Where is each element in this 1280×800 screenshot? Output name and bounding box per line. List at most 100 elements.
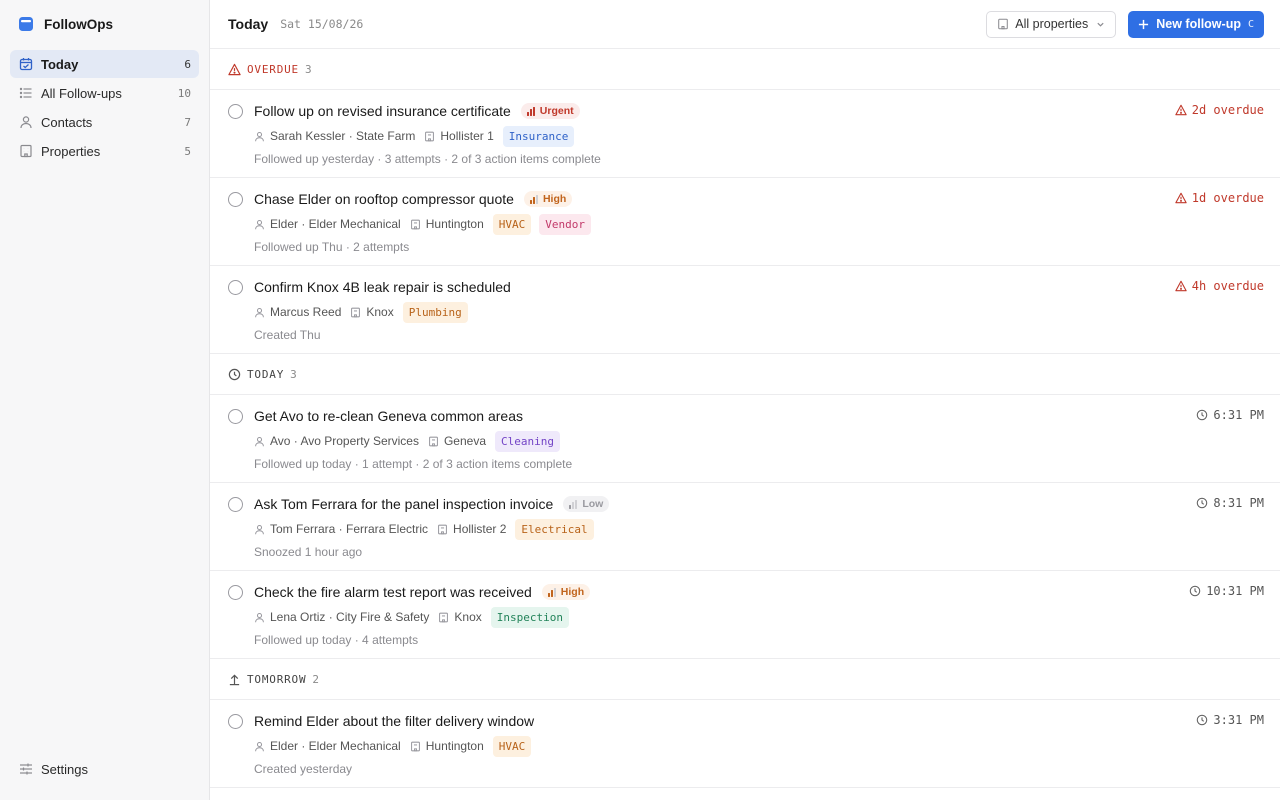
complete-checkbox[interactable] — [228, 409, 243, 424]
priority-badge: High — [523, 191, 573, 207]
due-indicator: 4h overdue — [1175, 279, 1264, 293]
sidebar-item-today[interactable]: Today 6 — [10, 50, 199, 78]
section-label: OVERDUE — [247, 62, 299, 76]
task-title[interactable]: Ask Tom Ferrara for the panel inspection… — [254, 496, 553, 512]
tag-badge: Cleaning — [495, 430, 560, 452]
sidebar-item-label: Settings — [41, 761, 88, 777]
task-title[interactable]: Remind Elder about the filter delivery w… — [254, 713, 534, 729]
due-indicator: 8:31 PM — [1196, 496, 1264, 510]
priority-badge: High — [541, 584, 591, 600]
priority-label: High — [542, 193, 567, 205]
task-property[interactable]: Huntington — [426, 739, 484, 753]
tag-badge: Plumbing — [402, 301, 468, 323]
priority-bars-icon — [526, 106, 536, 116]
clock-icon — [1196, 714, 1208, 726]
task-status: Snoozed 1 hour ago — [254, 545, 363, 559]
complete-checkbox[interactable] — [228, 104, 243, 119]
task-property[interactable]: Knox — [454, 610, 481, 624]
sidebar-item-count: 7 — [184, 115, 191, 129]
task-contact[interactable]: Marcus Reed — [270, 305, 341, 319]
task-title[interactable]: Confirm Knox 4B leak repair is scheduled — [254, 279, 511, 295]
brand: FollowOps — [0, 0, 209, 48]
person-icon — [254, 131, 265, 142]
section-label: TODAY — [247, 367, 285, 381]
due-text: 4h overdue — [1191, 279, 1264, 293]
building-icon — [438, 612, 449, 623]
task-contact[interactable]: Elder · Elder Mechanical — [270, 739, 401, 753]
follow-up-list: OVERDUE 3 Follow up on revised insurance c… — [210, 49, 1280, 800]
tag-badge: Electrical — [515, 518, 594, 540]
task-row[interactable]: Confirm Knox 4B leak repair is scheduled… — [210, 266, 1280, 354]
list-icon — [18, 86, 33, 101]
building-icon — [18, 144, 33, 159]
task-property[interactable]: Hollister 1 — [440, 129, 493, 143]
task-status: Created yesterday — [254, 762, 353, 776]
section-count: 3 — [290, 367, 297, 381]
task-title[interactable]: Follow up on revised insurance certifica… — [254, 103, 511, 119]
property-filter-select[interactable]: All properties — [986, 10, 1117, 38]
sidebar-item-contacts[interactable]: Contacts 7 — [10, 108, 199, 136]
sidebar-item-label: Properties — [41, 143, 101, 159]
main-panel: Today Sat 15/08/26 All properties New fo… — [210, 0, 1280, 800]
task-property[interactable]: Huntington — [426, 217, 484, 231]
task-contact[interactable]: Avo · Avo Property Services — [270, 434, 419, 448]
priority-label: Low — [582, 498, 604, 510]
complete-checkbox[interactable] — [228, 192, 243, 207]
page-date: Sat 15/08/26 — [280, 17, 364, 31]
chevron-down-icon — [1096, 20, 1105, 29]
section-count: 2 — [312, 672, 320, 686]
task-contact[interactable]: Sarah Kessler · State Farm — [270, 129, 415, 143]
sidebar: FollowOps Today 6 All Follow-ups 10 Cont… — [0, 0, 210, 800]
sidebar-item-label: Today — [41, 56, 79, 72]
task-property[interactable]: Hollister 2 — [453, 522, 506, 536]
task-property[interactable]: Knox — [366, 305, 393, 319]
task-title[interactable]: Check the fire alarm test report was rec… — [254, 584, 532, 600]
task-title[interactable]: Chase Elder on rooftop compressor quote — [254, 191, 514, 207]
complete-checkbox[interactable] — [228, 497, 243, 512]
sidebar-item-properties[interactable]: Properties 5 — [10, 137, 199, 165]
sidebar-item-count: 10 — [177, 86, 191, 100]
plus-icon — [1138, 19, 1149, 30]
person-icon — [254, 612, 265, 623]
task-row[interactable]: Ask Tom Ferrara for the panel inspection… — [210, 483, 1280, 571]
sidebar-item-label: Contacts — [41, 114, 93, 130]
task-row[interactable]: Remind Elder about the filter delivery w… — [210, 700, 1280, 788]
due-text: 2d overdue — [1191, 103, 1264, 117]
section-header-today: TODAY 3 — [210, 354, 1280, 395]
complete-checkbox[interactable] — [228, 714, 243, 729]
calendar-check-icon — [18, 57, 33, 72]
complete-checkbox[interactable] — [228, 280, 243, 295]
tag-badge: Insurance — [502, 125, 575, 147]
task-row[interactable]: Check the fire alarm test report was rec… — [210, 571, 1280, 659]
priority-bars-icon — [529, 194, 539, 204]
building-icon — [424, 131, 435, 142]
priority-badge: Urgent — [520, 103, 580, 119]
sidebar-item-count: 5 — [184, 144, 191, 158]
task-row[interactable]: Chase Elder on rooftop compressor quote H… — [210, 178, 1280, 266]
task-contact[interactable]: Lena Ortiz · City Fire & Safety — [270, 610, 429, 624]
new-follow-up-button[interactable]: New follow-up C — [1128, 10, 1264, 38]
priority-bars-icon — [547, 587, 557, 597]
due-text: 10:31 PM — [1206, 584, 1264, 598]
task-property[interactable]: Geneva — [444, 434, 486, 448]
task-contact[interactable]: Tom Ferrara · Ferrara Electric — [270, 522, 428, 536]
priority-label: Urgent — [539, 105, 574, 117]
building-icon — [437, 524, 448, 535]
task-title[interactable]: Get Avo to re-clean Geneva common areas — [254, 408, 523, 424]
task-row[interactable]: Get Avo to re-clean Geneva common areas 6… — [210, 395, 1280, 483]
task-row[interactable]: Follow up on revised insurance certifica… — [210, 90, 1280, 178]
due-indicator: 6:31 PM — [1196, 408, 1264, 422]
task-contact[interactable]: Elder · Elder Mechanical — [270, 217, 401, 231]
clock-icon — [1196, 409, 1208, 421]
priority-badge: Low — [563, 496, 610, 512]
tag-badge: Inspection — [490, 606, 569, 628]
complete-checkbox[interactable] — [228, 585, 243, 600]
person-icon — [254, 307, 265, 318]
person-icon — [254, 219, 265, 230]
sidebar-item-settings[interactable]: Settings — [10, 755, 199, 783]
warning-icon — [1175, 280, 1187, 292]
building-icon — [410, 741, 421, 752]
sidebar-nav: Today 6 All Follow-ups 10 Contacts 7 Pro… — [0, 48, 209, 168]
sidebar-item-all-follow-ups[interactable]: All Follow-ups 10 — [10, 79, 199, 107]
shortcut-hint: C — [1247, 18, 1254, 30]
